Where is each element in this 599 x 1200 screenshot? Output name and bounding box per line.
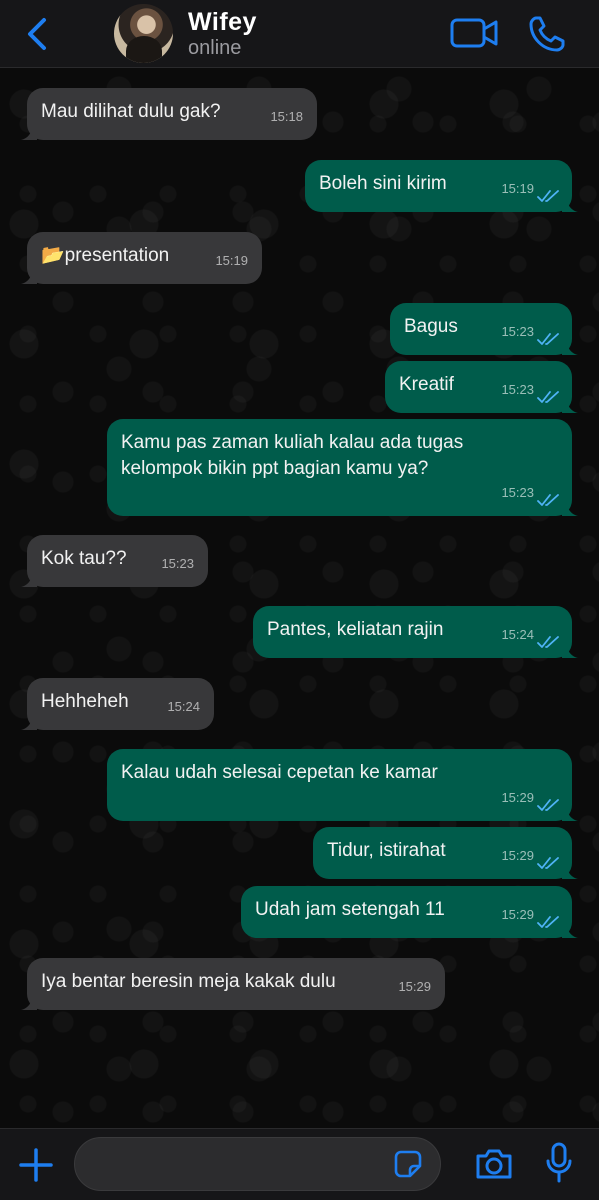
- composer-bar: [0, 1128, 599, 1200]
- contact-status: online: [188, 37, 242, 59]
- message-text: 📂presentation: [41, 245, 170, 266]
- read-receipt-icon: [537, 636, 559, 648]
- read-receipt-icon: [537, 857, 559, 869]
- outgoing-message-bubble[interactable]: Kalau udah selesai cepetan ke kamar 15:29: [107, 749, 578, 821]
- message-text: Hehheheh: [41, 691, 129, 712]
- message-list[interactable]: Mau dilihat dulu gak? 15:18 Boleh sini kir…: [0, 68, 599, 1128]
- incoming-message-bubble[interactable]: Kok tau?? 15:23: [21, 535, 208, 587]
- bubble-tail: [21, 268, 37, 284]
- chat-header: Wifey online: [0, 0, 599, 68]
- message-timestamp: 15:23: [161, 556, 194, 571]
- read-receipt-icon: [537, 494, 559, 506]
- bubble-tail: [562, 863, 578, 879]
- message-timestamp: 15:23: [501, 324, 534, 339]
- bubble-tail: [562, 642, 578, 658]
- phone-icon[interactable]: [527, 14, 567, 54]
- message-text: Bagus: [404, 316, 458, 337]
- message-timestamp: 15:19: [215, 253, 248, 268]
- outgoing-message-bubble[interactable]: Pantes, keliatan rajin 15:24: [253, 606, 578, 658]
- message-text: Udah jam setengah 11: [255, 899, 445, 920]
- contact-name[interactable]: Wifey: [188, 8, 257, 37]
- microphone-icon[interactable]: [545, 1141, 573, 1185]
- message-timestamp: 15:29: [398, 979, 431, 994]
- message-text: Mau dilihat dulu gak?: [41, 101, 221, 122]
- read-receipt-icon: [537, 190, 559, 202]
- read-receipt-icon: [537, 799, 559, 811]
- outgoing-message-bubble[interactable]: Udah jam setengah 11 15:29: [241, 886, 578, 938]
- read-receipt-icon: [537, 391, 559, 403]
- avatar[interactable]: [114, 4, 173, 63]
- message-timestamp: 15:29: [501, 907, 534, 922]
- outgoing-message-bubble[interactable]: Boleh sini kirim 15:19: [305, 160, 578, 212]
- bubble-tail: [562, 339, 578, 355]
- message-timestamp: 15:23: [501, 485, 534, 500]
- message-text: Tidur, istirahat: [327, 840, 446, 861]
- outgoing-message-bubble[interactable]: Bagus 15:23: [390, 303, 578, 355]
- message-text: Iya bentar beresin meja kakak dulu: [41, 971, 336, 992]
- message-text: Kalau udah selesai cepetan ke kamar: [121, 762, 438, 783]
- camera-icon[interactable]: [474, 1147, 514, 1181]
- bubble-tail: [21, 714, 37, 730]
- outgoing-message-bubble[interactable]: Tidur, istirahat 15:29: [313, 827, 578, 879]
- sticker-icon[interactable]: [393, 1149, 423, 1179]
- read-receipt-icon: [537, 333, 559, 345]
- message-timestamp: 15:29: [501, 790, 534, 805]
- message-text: Kamu pas zaman kuliah kalau ada tugas ke…: [121, 432, 464, 479]
- message-timestamp: 15:29: [501, 848, 534, 863]
- message-input-container[interactable]: [74, 1137, 441, 1191]
- message-timestamp: 15:18: [270, 109, 303, 124]
- bubble-tail: [562, 922, 578, 938]
- bubble-tail: [21, 124, 37, 140]
- plus-icon[interactable]: [18, 1147, 54, 1183]
- back-chevron-icon[interactable]: [22, 14, 52, 54]
- message-text: Boleh sini kirim: [319, 173, 447, 194]
- outgoing-message-bubble[interactable]: Kamu pas zaman kuliah kalau ada tugas ke…: [107, 419, 578, 516]
- bubble-tail: [562, 196, 578, 212]
- bubble-tail: [562, 500, 578, 516]
- bubble-tail: [562, 805, 578, 821]
- bubble-tail: [21, 994, 37, 1010]
- incoming-message-bubble[interactable]: 📂presentation 15:19: [21, 232, 262, 284]
- message-text: Pantes, keliatan rajin: [267, 619, 444, 640]
- read-receipt-icon: [537, 916, 559, 928]
- message-timestamp: 15:24: [501, 627, 534, 642]
- bubble-tail: [21, 571, 37, 587]
- bubble-tail: [562, 397, 578, 413]
- incoming-message-bubble[interactable]: Iya bentar beresin meja kakak dulu 15:29: [21, 958, 445, 1010]
- incoming-message-bubble[interactable]: Mau dilihat dulu gak? 15:18: [21, 88, 317, 140]
- message-input[interactable]: [93, 1148, 383, 1182]
- message-timestamp: 15:24: [167, 699, 200, 714]
- outgoing-message-bubble[interactable]: Kreatif 15:23: [385, 361, 578, 413]
- incoming-message-bubble[interactable]: Hehheheh 15:24: [21, 678, 214, 730]
- message-text: Kok tau??: [41, 548, 127, 569]
- video-camera-icon[interactable]: [450, 16, 498, 50]
- message-timestamp: 15:19: [501, 181, 534, 196]
- message-text: Kreatif: [399, 374, 454, 395]
- message-timestamp: 15:23: [501, 382, 534, 397]
